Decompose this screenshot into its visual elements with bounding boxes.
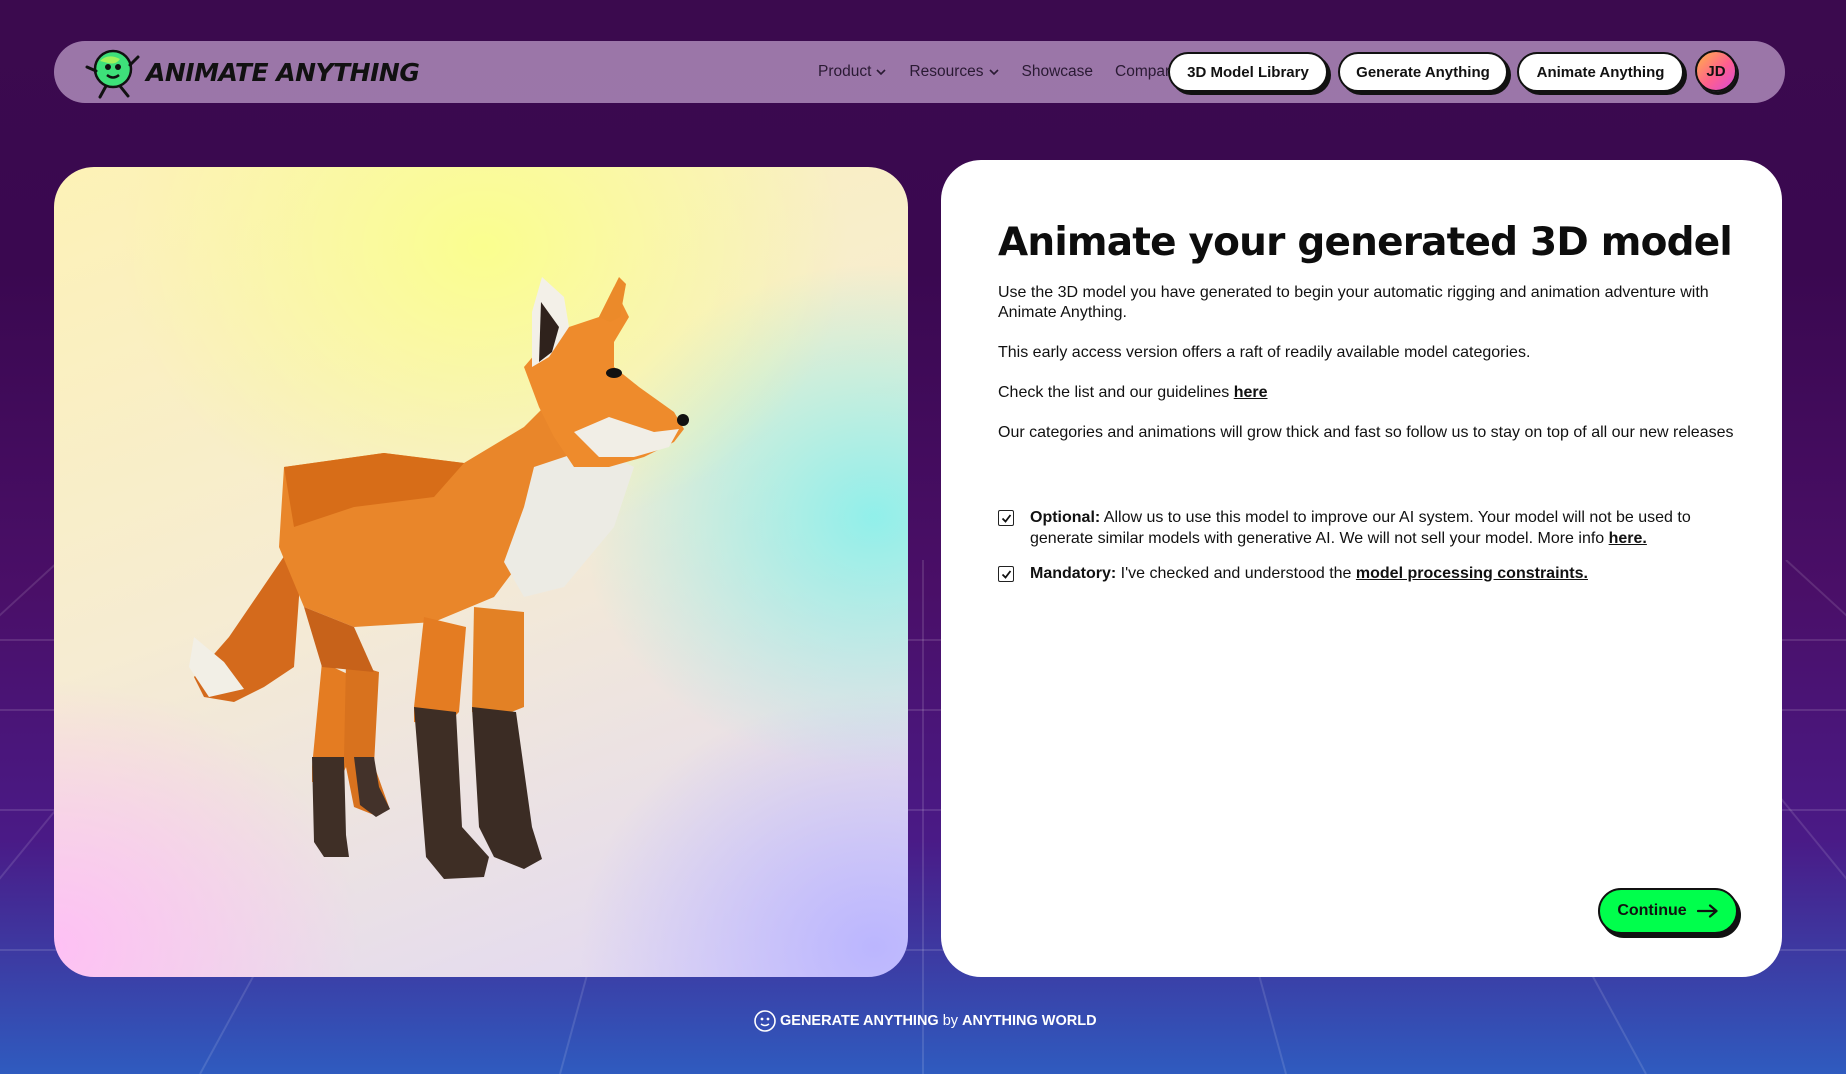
optional-consent: Optional: Allow us to use this model to … (998, 507, 1738, 549)
brand-name: ANIMATE ANYTHING (146, 57, 420, 87)
arrow-right-icon (1696, 904, 1718, 918)
nav-resources-label: Resources (909, 63, 984, 80)
generate-anything-logo-icon (754, 1010, 776, 1032)
nav-product[interactable]: Product (818, 63, 887, 81)
optional-consent-text: Optional: Allow us to use this model to … (1030, 507, 1738, 549)
mandatory-consent-text: Mandatory: I've checked and understood t… (1030, 563, 1588, 584)
footer-product: GENERATE ANYTHING (780, 1013, 939, 1029)
nav-showcase-label: Showcase (1021, 63, 1094, 80)
optional-more-info-link[interactable]: here. (1609, 530, 1647, 547)
intro-text: Use the 3D model you have generated to b… (998, 284, 1709, 321)
top-navbar: ANIMATE ANYTHING Product Resources Showc… (54, 41, 1785, 103)
mascot-logo-icon (85, 49, 140, 99)
user-avatar[interactable]: JD (1695, 50, 1737, 92)
checkmark-icon (1001, 513, 1011, 523)
guidelines-prefix: Check the list and our guidelines (998, 384, 1234, 401)
continue-button[interactable]: Continue (1598, 888, 1738, 934)
early-access-text: This early access version offers a raft … (998, 344, 1531, 361)
nav-product-label: Product (818, 63, 872, 80)
optional-text: Allow us to use this model to improve ou… (1030, 509, 1691, 547)
model-library-button[interactable]: 3D Model Library (1168, 52, 1328, 92)
page-title: Animate your generated 3D model (998, 220, 1733, 265)
guidelines-text: Check the list and our guidelines here (998, 383, 1738, 403)
growth-text: Our categories and animations will grow … (998, 424, 1734, 441)
footer-credit[interactable]: GENERATE ANYTHING by ANYTHING WORLD (753, 1009, 1097, 1033)
checkmark-icon (1001, 569, 1011, 579)
nav-links: Product Resources Showcase Company (818, 41, 1219, 103)
mandatory-checkbox[interactable] (998, 566, 1014, 582)
mandatory-text: I've checked and understood the (1116, 565, 1356, 582)
chevron-down-icon (988, 69, 999, 76)
constraints-link[interactable]: model processing constraints. (1356, 565, 1588, 582)
animate-info-panel: Animate your generated 3D model Use the … (941, 160, 1782, 977)
chevron-down-icon (876, 69, 886, 76)
model-preview-panel[interactable] (54, 167, 908, 977)
fox-3d-model-icon (189, 277, 689, 879)
optional-checkbox[interactable] (998, 510, 1014, 526)
animate-anything-button[interactable]: Animate Anything (1517, 52, 1684, 92)
footer-company: ANYTHING WORLD (962, 1013, 1097, 1029)
footer-by: by (942, 1013, 959, 1029)
mandatory-label: Mandatory: (1030, 565, 1117, 582)
continue-label: Continue (1617, 902, 1687, 919)
nav-showcase[interactable]: Showcase (1022, 63, 1094, 81)
brand-logo[interactable]: ANIMATE ANYTHING (84, 45, 420, 99)
nav-resources[interactable]: Resources (909, 63, 999, 81)
optional-label: Optional: (1030, 509, 1101, 526)
generate-anything-button[interactable]: Generate Anything (1338, 52, 1508, 92)
guidelines-link[interactable]: here (1234, 384, 1268, 401)
mandatory-consent: Mandatory: I've checked and understood t… (998, 563, 1738, 584)
